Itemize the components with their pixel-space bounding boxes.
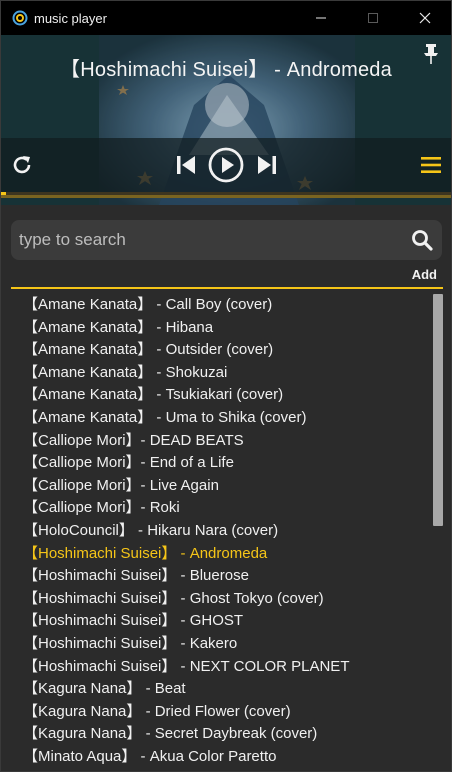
- playlist-scrollbar[interactable]: [433, 294, 443, 526]
- playlist-item[interactable]: 【Calliope Mori】- Live Again: [1, 475, 433, 498]
- search-box: [11, 220, 442, 260]
- app-icon: [12, 10, 28, 26]
- now-playing-title: 【Hoshimachi Suisei】 - Andromeda: [60, 59, 392, 81]
- list-divider: [11, 287, 443, 289]
- play-icon[interactable]: [208, 147, 244, 183]
- playlist-item[interactable]: 【Kagura Nana】 - Beat: [1, 678, 433, 701]
- close-button[interactable]: [399, 1, 451, 35]
- progress-track: [1, 195, 451, 198]
- search-input[interactable]: [19, 220, 399, 260]
- pin-icon[interactable]: [421, 43, 441, 65]
- maximize-button: [347, 1, 399, 35]
- music-player-window: music player 【Hoshimachi Suisei】 - Andro…: [0, 0, 452, 772]
- playlist-item[interactable]: 【Hoshimachi Suisei】 - Ghost Tokyo (cover…: [1, 588, 433, 611]
- playlist-item[interactable]: 【Hoshimachi Suisei】 - GHOST: [1, 610, 433, 633]
- minimize-button[interactable]: [295, 1, 347, 35]
- search-icon[interactable]: [411, 229, 433, 251]
- playlist-item[interactable]: 【Hoshimachi Suisei】 - NEXT COLOR PLANET: [1, 656, 433, 679]
- playlist-item[interactable]: 【Hoshimachi Suisei】 - Andromeda: [1, 543, 433, 566]
- playlist-item[interactable]: 【Amane Kanata】 - Hibana: [1, 317, 433, 340]
- playlist-item[interactable]: 【Calliope Mori】- Roki: [1, 497, 433, 520]
- playlist-item[interactable]: 【Kagura Nana】 - Secret Daybreak (cover): [1, 723, 433, 746]
- add-button[interactable]: Add: [412, 267, 437, 282]
- playlist-item[interactable]: 【Amane Kanata】 - Uma to Shika (cover): [1, 407, 433, 430]
- playlist-item[interactable]: 【Amane Kanata】 - Shokuzai: [1, 362, 433, 385]
- now-playing-panel: 【Hoshimachi Suisei】 - Andromeda: [1, 35, 451, 205]
- playlist-item[interactable]: 【Amane Kanata】 - Outsider (cover): [1, 339, 433, 362]
- minimize-icon: [316, 17, 326, 19]
- close-icon: [419, 12, 431, 24]
- playlist: 【Amane Kanata】 - Call Boy (cover) 【Amane …: [1, 294, 433, 766]
- playlist-item[interactable]: 【Kagura Nana】 - Dried Flower (cover): [1, 701, 433, 724]
- playlist-item[interactable]: 【HoloCouncil】 - Hikaru Nara (cover): [1, 520, 433, 543]
- maximize-icon: [368, 13, 378, 23]
- playlist-item[interactable]: 【Hoshimachi Suisei】 - Kakero: [1, 633, 433, 656]
- playlist-item[interactable]: 【Minato Aqua】 - Akua Color Paretto: [1, 746, 433, 766]
- playlist-item[interactable]: 【Amane Kanata】 - Call Boy (cover): [1, 294, 433, 317]
- window-title: music player: [34, 10, 107, 26]
- playlist-item[interactable]: 【Hoshimachi Suisei】 - Bluerose: [1, 565, 433, 588]
- playlist-item[interactable]: 【Calliope Mori】- DEAD BEATS: [1, 430, 433, 453]
- menu-icon[interactable]: [420, 156, 442, 174]
- next-icon[interactable]: [256, 154, 278, 176]
- playlist-item[interactable]: 【Amane Kanata】 - Tsukiakari (cover): [1, 384, 433, 407]
- repeat-icon[interactable]: [10, 153, 34, 177]
- window-controls: [295, 1, 451, 35]
- title-bar[interactable]: music player: [1, 1, 451, 35]
- playlist-item[interactable]: 【Calliope Mori】- End of a Life: [1, 452, 433, 475]
- previous-icon[interactable]: [175, 154, 197, 176]
